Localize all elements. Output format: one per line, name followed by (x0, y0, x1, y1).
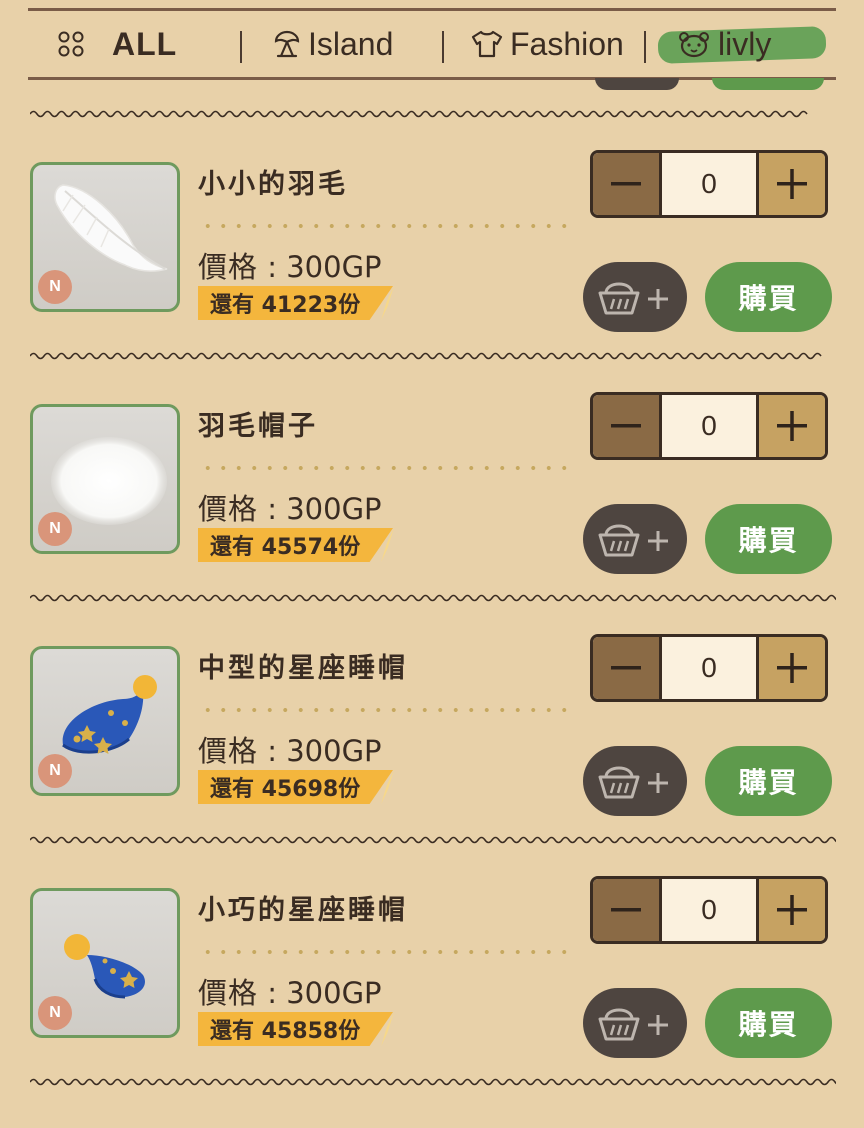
minus-icon (611, 666, 641, 670)
tab-livly-label: livly (718, 25, 772, 62)
shop-item: N 羽毛帽子 價格 : 300GP 還有 45574份 0 購買 (0, 392, 864, 644)
category-tab-bar: ALL Island Fashion livly (28, 8, 836, 80)
quantity-value[interactable]: 0 (662, 637, 756, 699)
rarity-badge: N (38, 754, 72, 788)
tab-divider (240, 31, 242, 63)
stock-badge: 還有 41223份 (198, 286, 393, 320)
plus-icon (777, 653, 807, 683)
tab-divider (442, 31, 444, 63)
minus-icon (611, 908, 641, 912)
palm-tree-icon (274, 30, 300, 58)
increment-button[interactable] (756, 395, 825, 457)
increment-button[interactable] (756, 153, 825, 215)
buy-button[interactable]: 購買 (705, 988, 832, 1058)
quantity-stepper: 0 (590, 150, 828, 218)
item-thumbnail[interactable]: N (30, 404, 180, 554)
add-to-cart-button[interactable] (583, 504, 687, 574)
scrolled-buy-button[interactable] (712, 78, 824, 90)
stock-badge: 還有 45858份 (198, 1012, 393, 1046)
buy-button[interactable]: 購買 (705, 504, 832, 574)
tab-fashion-label: Fashion (510, 25, 624, 62)
add-to-cart-button[interactable] (583, 988, 687, 1058)
basket-plus-icon (598, 524, 668, 557)
four-dots-icon (58, 31, 84, 57)
tab-livly[interactable]: livly (657, 11, 827, 77)
dotted-divider (200, 466, 576, 470)
quantity-stepper: 0 (590, 392, 828, 460)
decrement-button[interactable] (593, 637, 662, 699)
item-name: 中型的星座睡帽 (198, 653, 408, 684)
tab-all[interactable]: ALL (56, 11, 177, 77)
dotted-divider (200, 708, 576, 712)
shop-item: N 小小的羽毛 價格 : 300GP 還有 41223份 0 購買 (0, 150, 864, 402)
basket-plus-icon (598, 766, 668, 799)
plus-icon (777, 895, 807, 925)
minus-icon (611, 424, 641, 428)
item-name: 羽毛帽子 (198, 411, 318, 442)
tab-fashion[interactable]: Fashion (470, 11, 624, 77)
item-name: 小小的羽毛 (198, 169, 348, 200)
stock-badge: 還有 45574份 (198, 528, 393, 562)
basket-plus-icon (598, 1008, 668, 1041)
plus-icon (777, 169, 807, 199)
item-name: 小巧的星座睡帽 (198, 895, 408, 926)
tshirt-icon (471, 30, 503, 58)
item-price: 價格 : 300GP (198, 976, 382, 1010)
dotted-divider (200, 950, 576, 954)
item-thumbnail[interactable]: N (30, 646, 180, 796)
item-price: 價格 : 300GP (198, 250, 382, 284)
tab-island[interactable]: Island (272, 11, 393, 77)
increment-button[interactable] (756, 637, 825, 699)
decrement-button[interactable] (593, 879, 662, 941)
scrolled-cart-button[interactable] (595, 78, 679, 90)
livly-face-icon (679, 32, 709, 58)
quantity-stepper: 0 (590, 876, 828, 944)
tab-all-label: ALL (112, 25, 178, 62)
decrement-button[interactable] (593, 395, 662, 457)
buy-button[interactable]: 購買 (705, 262, 832, 332)
dotted-divider (200, 224, 576, 228)
decrement-button[interactable] (593, 153, 662, 215)
quantity-value[interactable]: 0 (662, 879, 756, 941)
item-thumbnail[interactable]: N (30, 162, 180, 312)
plus-icon (777, 411, 807, 441)
wavy-divider (30, 110, 808, 118)
item-thumbnail[interactable]: N (30, 888, 180, 1038)
tab-divider (644, 31, 646, 63)
basket-plus-icon (598, 282, 668, 315)
shop-item: N 中型的星座睡帽 價格 : 300GP 還有 45698份 0 購買 (0, 634, 864, 886)
shop-item: N 小巧的星座睡帽 價格 : 300GP 還有 45858份 0 購買 (0, 876, 864, 1128)
rarity-badge: N (38, 512, 72, 546)
tab-island-label: Island (308, 25, 394, 62)
add-to-cart-button[interactable] (583, 262, 687, 332)
stock-badge: 還有 45698份 (198, 770, 393, 804)
rarity-badge: N (38, 996, 72, 1030)
item-price: 價格 : 300GP (198, 492, 382, 526)
add-to-cart-button[interactable] (583, 746, 687, 816)
increment-button[interactable] (756, 879, 825, 941)
quantity-stepper: 0 (590, 634, 828, 702)
item-price: 價格 : 300GP (198, 734, 382, 768)
buy-button[interactable]: 購買 (705, 746, 832, 816)
rarity-badge: N (38, 270, 72, 304)
quantity-value[interactable]: 0 (662, 153, 756, 215)
quantity-value[interactable]: 0 (662, 395, 756, 457)
minus-icon (611, 182, 641, 186)
